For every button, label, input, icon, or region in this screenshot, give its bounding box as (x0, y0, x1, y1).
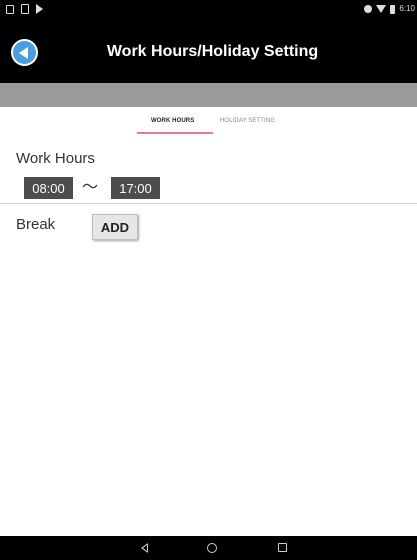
nav-home-icon[interactable] (207, 543, 217, 553)
sd-card-icon (21, 4, 29, 14)
status-bar: 6:10 (0, 0, 417, 20)
status-bar-right: 6:10 (364, 3, 415, 15)
tab-holiday-setting[interactable]: HOLIDAY SETTING (220, 118, 275, 124)
break-label: Break (16, 216, 56, 233)
divider (0, 203, 417, 204)
wifi-icon (376, 5, 387, 13)
navigation-bar (0, 536, 417, 560)
back-arrow-icon (19, 46, 28, 59)
header-band (0, 83, 417, 107)
page-title: Work Hours/Holiday Setting (106, 42, 319, 60)
back-button[interactable] (11, 39, 38, 66)
tab-work-hours[interactable]: WORK HOURS (151, 118, 194, 124)
start-time-field[interactable]: 08:00 (24, 177, 73, 199)
nav-recent-apps-icon[interactable] (278, 543, 287, 552)
data-saver-icon (364, 5, 373, 13)
end-time-field[interactable]: 17:00 (111, 177, 160, 199)
status-bar-left (6, 4, 43, 14)
add-break-button[interactable]: ADD (92, 214, 138, 240)
status-time: 6:10 (399, 4, 415, 13)
work-hours-label: Work Hours (16, 150, 95, 167)
screen: 6:10 Work Hours/Holiday Setting WORK HOU… (0, 0, 417, 560)
tab-bar: WORK HOURS HOLIDAY SETTING (0, 107, 417, 137)
notification-icon (6, 4, 14, 14)
time-separator: 〜 (82, 179, 99, 196)
play-icon (36, 4, 43, 14)
app-bar: Work Hours/Holiday Setting (0, 20, 417, 83)
tab-indicator (137, 132, 213, 134)
battery-icon (390, 4, 396, 14)
nav-back-icon[interactable] (141, 543, 148, 553)
